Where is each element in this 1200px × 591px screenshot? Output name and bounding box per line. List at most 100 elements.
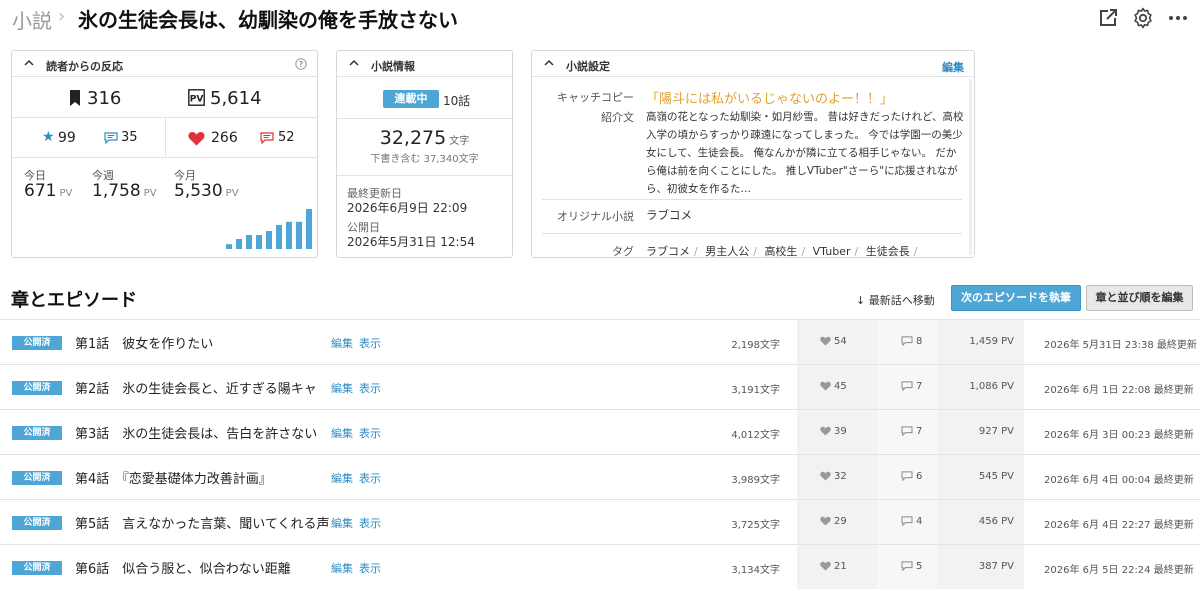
episode-row[interactable]: 公開済 第5話 言えなかった言葉、聞いてくれる声 編集 表示 3,725文字 29 4 456… — [0, 499, 1200, 544]
breadcrumb[interactable]: 小説 — [12, 5, 52, 34]
comment-icon — [901, 516, 913, 526]
write-next-episode-button[interactable]: 次のエピソードを執筆 — [951, 285, 1081, 311]
comment-icon — [901, 426, 913, 436]
comments: 8 — [901, 336, 922, 347]
comments-count: 7 — [916, 426, 923, 437]
episode-row[interactable]: 公開済 第4話 『恋愛基礎体力改善計画』 編集 表示 3,989文字 32 6 545 PV 2… — [0, 454, 1200, 499]
episode-row[interactable]: 公開済 第1話 彼女を作りたい 編集 表示 2,198文字 54 8 1,459 PV 2026… — [0, 319, 1200, 364]
edit-order-button[interactable]: 章と並び順を編集 — [1086, 285, 1193, 311]
pv-month: 5,530 PV — [174, 181, 239, 201]
intro-text: 高嶺の花となった幼馴染・如月紗雪。 昔は好きだったけれど、高校入学の頃からすっか… — [646, 111, 964, 195]
updated-at: 2026年 6月 5日 22:24 最終更新 — [1044, 565, 1194, 576]
comments: 7 — [901, 381, 922, 392]
word-count: 2,198文字 — [731, 340, 780, 351]
pv-week: 1,758 PV — [92, 181, 157, 201]
tag-item[interactable]: 男主人公 — [705, 245, 749, 257]
comments-count: 5 — [916, 561, 923, 572]
novel-info-card: 小説情報 連載中 10話 32,275 文字 下書き含む 37,340文字 最終更… — [336, 50, 513, 258]
tag-item[interactable]: 高校生 — [764, 245, 797, 257]
reader-reactions-header[interactable]: 読者からの反応 ? — [12, 51, 317, 77]
episode-title[interactable]: 第4話 『恋愛基礎体力改善計画』 — [75, 468, 272, 487]
more-menu-icon[interactable] — [1166, 6, 1190, 30]
settings-scrollbar[interactable] — [969, 79, 972, 255]
comments: 7 — [901, 426, 922, 437]
gear-icon[interactable] — [1131, 6, 1155, 30]
likes: 29 — [820, 516, 847, 527]
pv-bar — [266, 231, 272, 249]
edit-link[interactable]: 編集 — [331, 335, 353, 351]
episode-row[interactable]: 公開済 第6話 似合う服と、似合わない距離 編集 表示 3,134文字 21 5 387 PV… — [0, 544, 1200, 589]
intro-label: 紹介文 — [601, 111, 634, 124]
open-external-icon[interactable] — [1096, 6, 1120, 30]
view-link[interactable]: 表示 — [359, 470, 381, 486]
jump-latest-link[interactable]: ↓ 最新話へ移動 — [856, 292, 935, 308]
comment-icon — [901, 471, 913, 481]
word-count: 3,989文字 — [731, 475, 780, 486]
view-link[interactable]: 表示 — [359, 515, 381, 531]
settings-edit-link[interactable]: 編集 — [942, 59, 964, 75]
novel-settings-header[interactable]: 小説設定 編集 — [532, 51, 974, 77]
word-count: 3,191文字 — [731, 385, 780, 396]
edit-link[interactable]: 編集 — [331, 425, 353, 441]
heart-icon — [820, 426, 831, 436]
edit-link[interactable]: 編集 — [331, 380, 353, 396]
updated-at: 2026年 6月 3日 00:23 最終更新 — [1044, 430, 1194, 441]
episode-row[interactable]: 公開済 第2話 氷の生徒会長と、近すぎる陽キャ 編集 表示 3,191文字 45 7 1,08… — [0, 364, 1200, 409]
pv-bar — [256, 235, 262, 249]
pv-bar — [276, 225, 282, 249]
chevron-up-icon[interactable] — [544, 58, 554, 68]
pv-count: 456 PV — [978, 516, 1014, 527]
view-link[interactable]: 表示 — [359, 380, 381, 396]
star-count: 99 — [58, 130, 76, 146]
breadcrumb-chevron-icon: › — [58, 6, 66, 27]
tag-list: ラブコメ / 男主人公 / 高校生 / VTuber / 生徒会長 / — [646, 245, 918, 258]
updated-at: 2026年 6月 4日 00:04 最終更新 — [1044, 475, 1194, 486]
episode-count: 10話 — [443, 94, 471, 108]
view-link[interactable]: 表示 — [359, 425, 381, 441]
episode-title[interactable]: 第2話 氷の生徒会長と、近すぎる陽キャ — [75, 378, 317, 397]
help-icon[interactable]: ? — [295, 58, 307, 70]
tag-item[interactable]: 生徒会長 — [866, 245, 910, 257]
chevron-up-icon[interactable] — [349, 58, 359, 68]
episode-title[interactable]: 第5話 言えなかった言葉、聞いてくれる声 — [75, 513, 330, 532]
view-link[interactable]: 表示 — [359, 560, 381, 576]
svg-text:PV: PV — [190, 95, 204, 105]
bookmark-count: 316 — [87, 88, 122, 109]
likes-count: 39 — [834, 426, 847, 437]
likes: 21 — [820, 561, 847, 572]
catchcopy-label: キャッチコピー — [557, 91, 634, 104]
status-badge: 公開済 — [12, 336, 62, 350]
comment-icon — [260, 132, 274, 144]
tag-item[interactable]: ラブコメ — [646, 245, 690, 257]
novel-info-header[interactable]: 小説情報 — [337, 51, 512, 77]
tag-item[interactable]: VTuber — [813, 245, 851, 257]
pv-bar — [296, 221, 302, 249]
pv-bar — [226, 244, 232, 249]
episode-row[interactable]: 公開済 第3話 氷の生徒会長は、告白を許さない 編集 表示 4,012文字 39 7 927 … — [0, 409, 1200, 454]
novel-settings-card: 小説設定 編集 キャッチコピー 「陽斗には私がいるじゃないのよー！！」 紹介文 … — [531, 50, 975, 258]
word-count: 3,134文字 — [731, 565, 780, 576]
heart-icon — [820, 381, 831, 391]
comments-count: 6 — [916, 471, 923, 482]
episode-title[interactable]: 第1話 彼女を作りたい — [75, 333, 213, 352]
pv-today: 671 PV — [24, 181, 73, 201]
reader-reactions-card: 読者からの反応 ? 316 PV 5,614 ★ 99 35 266 52 今日… — [11, 50, 318, 258]
edit-link[interactable]: 編集 — [331, 470, 353, 486]
pv-count: 1,086 PV — [969, 381, 1014, 392]
heart-icon — [820, 561, 831, 571]
status-badge: 公開済 — [12, 426, 62, 440]
tags-label: タグ — [612, 245, 634, 258]
word-count: 4,012文字 — [731, 430, 780, 441]
likes-count: 45 — [834, 381, 847, 392]
pv-bar — [236, 239, 242, 249]
edit-link[interactable]: 編集 — [331, 560, 353, 576]
episode-title[interactable]: 第6話 似合う服と、似合わない距離 — [75, 558, 291, 577]
chevron-up-icon[interactable] — [24, 58, 34, 68]
edit-link[interactable]: 編集 — [331, 515, 353, 531]
char-count: 32,275 文字 — [379, 127, 470, 149]
view-link[interactable]: 表示 — [359, 335, 381, 351]
updated-at: 2026年 6月 4日 22:27 最終更新 — [1044, 520, 1194, 531]
episode-title[interactable]: 第3話 氷の生徒会長は、告白を許さない — [75, 423, 317, 442]
original-genre: ラブコメ — [646, 208, 692, 222]
original-label: オリジナル小説 — [557, 210, 634, 223]
